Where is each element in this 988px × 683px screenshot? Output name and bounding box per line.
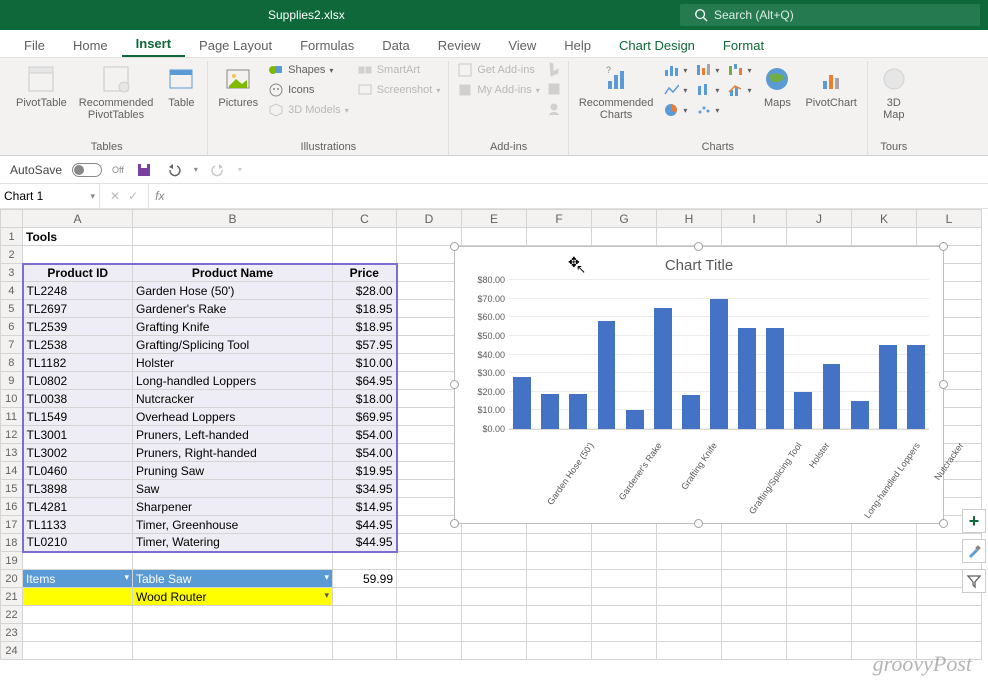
pivotchart-button[interactable]: PivotChart: [801, 61, 860, 111]
formula-input[interactable]: [170, 184, 988, 208]
quick-access-toolbar: AutoSave Off ▾ ▾: [0, 156, 988, 184]
tab-formulas[interactable]: Formulas: [286, 32, 368, 57]
my-addins-button[interactable]: My Add-ins▾: [455, 81, 541, 99]
save-button[interactable]: [134, 160, 154, 180]
shapes-button[interactable]: Shapes▾: [266, 61, 351, 79]
tab-insert[interactable]: Insert: [122, 30, 185, 57]
chart-filter-button[interactable]: [962, 569, 986, 593]
autosave-toggle[interactable]: [72, 163, 102, 177]
fx-label[interactable]: fx: [149, 184, 170, 208]
undo-button[interactable]: [164, 160, 184, 180]
waterfall-chart-button[interactable]: ▾: [725, 61, 753, 79]
redo-button[interactable]: [208, 160, 228, 180]
chart-style-button[interactable]: [962, 539, 986, 563]
chart-bar[interactable]: [513, 377, 531, 429]
tab-review[interactable]: Review: [424, 32, 495, 57]
autosave-label: AutoSave: [10, 163, 62, 177]
ribbon-group-addins: Get Add-ins My Add-ins▾ Add-ins: [449, 61, 568, 155]
chart-bar[interactable]: [879, 345, 897, 429]
get-addins-button[interactable]: Get Add-ins: [455, 61, 541, 79]
screenshot-button[interactable]: Screenshot▾: [355, 81, 443, 99]
tab-chart-design[interactable]: Chart Design: [605, 32, 709, 57]
bing-icon[interactable]: [546, 61, 562, 77]
tab-page-layout[interactable]: Page Layout: [185, 32, 286, 57]
resize-handle[interactable]: [450, 242, 459, 251]
column-headers[interactable]: ABC DEF GHI JKL: [1, 210, 982, 228]
name-box[interactable]: Chart 1▾: [0, 184, 100, 208]
chart-bar[interactable]: [851, 401, 869, 429]
chart-bar[interactable]: [626, 410, 644, 429]
hierarchy-chart-button[interactable]: ▾: [661, 81, 689, 99]
tab-data[interactable]: Data: [368, 32, 423, 57]
search-icon: [694, 8, 708, 22]
tab-home[interactable]: Home: [59, 32, 122, 57]
ribbon-group-tours: 3D Map Tours: [868, 61, 920, 155]
chart-bar[interactable]: [598, 321, 616, 429]
enter-icon[interactable]: ✓: [128, 189, 138, 203]
pie-chart-button[interactable]: ▾: [661, 101, 689, 119]
chart-bar[interactable]: [541, 394, 559, 429]
visio-icon[interactable]: [546, 81, 562, 97]
chart-bar[interactable]: [682, 395, 700, 429]
shapes-icon: [268, 62, 284, 78]
icons-button[interactable]: Icons: [266, 81, 351, 99]
tab-format[interactable]: Format: [709, 32, 778, 57]
resize-handle[interactable]: [694, 519, 703, 528]
svg-text:?: ?: [606, 65, 611, 75]
embedded-chart[interactable]: Chart Title $0.00$10.00$20.00$30.00$40.0…: [454, 246, 944, 524]
tab-file[interactable]: File: [10, 32, 59, 57]
recommended-charts-button[interactable]: ?Recommended Charts: [575, 61, 658, 123]
chart-bar[interactable]: [738, 328, 756, 429]
formula-bar-row: Chart 1▾ ✕ ✓ fx: [0, 184, 988, 209]
smartart-button[interactable]: SmartArt: [355, 61, 443, 79]
chart-title[interactable]: Chart Title: [461, 257, 937, 274]
ribbon-group-illustrations: Pictures Shapes▾ Icons 3D Models▾ SmartA…: [208, 61, 449, 155]
chart-add-element-button[interactable]: +: [962, 509, 986, 533]
workbook-title: Supplies2.xlsx: [268, 8, 345, 22]
chart-bar[interactable]: [766, 328, 784, 429]
recommended-pivot-button[interactable]: Recommended PivotTables: [75, 61, 158, 123]
resize-handle[interactable]: [450, 519, 459, 528]
chart-x-labels: Garden Hose (50')Gardener's RakeGrafting…: [509, 430, 929, 500]
chart-bar[interactable]: [823, 364, 841, 429]
ribbon: PivotTable Recommended PivotTables Table…: [0, 58, 988, 156]
pivottable-button[interactable]: PivotTable: [12, 61, 71, 111]
resize-handle[interactable]: [939, 380, 948, 389]
tab-help[interactable]: Help: [550, 32, 605, 57]
pictures-button[interactable]: Pictures: [214, 61, 262, 111]
autosave-state: Off: [112, 165, 124, 175]
title-bar: Supplies2.xlsx Search (Alt+Q): [0, 0, 988, 30]
ribbon-tabs: File Home Insert Page Layout Formulas Da…: [0, 30, 988, 58]
3d-map-button[interactable]: 3D Map: [874, 61, 914, 123]
cube-icon: [268, 102, 284, 118]
worksheet-grid[interactable]: ABC DEF GHI JKL 1Tools23Product IDProduc…: [0, 209, 988, 683]
tab-view[interactable]: View: [494, 32, 550, 57]
cancel-icon[interactable]: ✕: [110, 189, 120, 203]
chart-bar[interactable]: [907, 345, 925, 429]
ribbon-group-tables: PivotTable Recommended PivotTables Table…: [6, 61, 208, 155]
chart-bar[interactable]: [569, 394, 587, 429]
search-box[interactable]: Search (Alt+Q): [680, 4, 980, 26]
chart-plot-area[interactable]: $0.00$10.00$20.00$30.00$40.00$50.00$60.0…: [509, 280, 929, 430]
scatter-chart-button[interactable]: ▾: [693, 101, 721, 119]
maps-button[interactable]: Maps: [757, 61, 797, 111]
resize-handle[interactable]: [694, 242, 703, 251]
watermark: groovyPost: [873, 651, 972, 677]
ribbon-group-charts: ?Recommended Charts ▾ ▾ ▾ ▾ ▾ ▾ ▾ ▾ Maps…: [569, 61, 868, 155]
chart-bar[interactable]: [654, 308, 672, 429]
combo-chart-button[interactable]: ▾: [725, 81, 753, 99]
table-button[interactable]: Table: [161, 61, 201, 111]
bar-chart-button[interactable]: ▾: [693, 61, 721, 79]
statistic-chart-button[interactable]: ▾: [693, 81, 721, 99]
resize-handle[interactable]: [450, 380, 459, 389]
chart-bar[interactable]: [710, 299, 728, 429]
icons-icon: [268, 82, 284, 98]
search-placeholder: Search (Alt+Q): [714, 8, 794, 22]
resize-handle[interactable]: [939, 242, 948, 251]
column-chart-button[interactable]: ▾: [661, 61, 689, 79]
people-icon[interactable]: [546, 101, 562, 117]
chart-bar[interactable]: [794, 392, 812, 429]
3d-models-button[interactable]: 3D Models▾: [266, 101, 351, 119]
